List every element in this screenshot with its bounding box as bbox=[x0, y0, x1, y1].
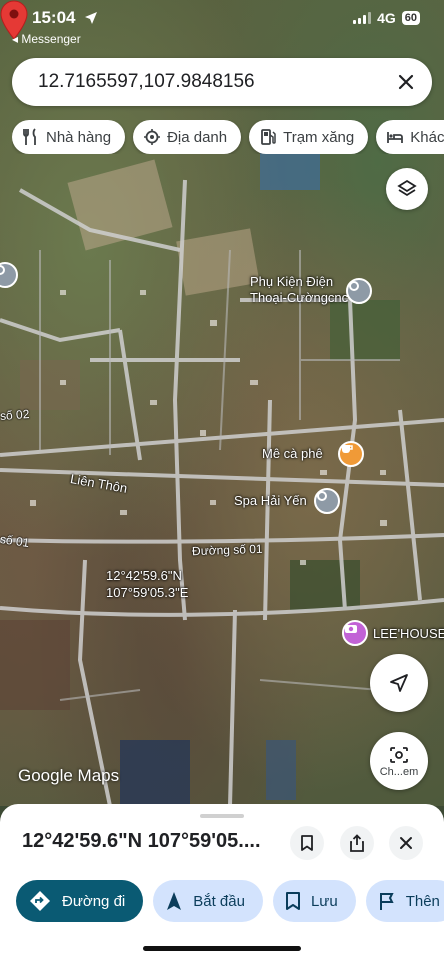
signal-icon bbox=[353, 12, 372, 24]
location-arrow-icon bbox=[85, 12, 97, 24]
start-button[interactable]: Bắt đầu bbox=[153, 880, 263, 922]
battery-icon: 60 bbox=[401, 11, 420, 25]
add-label-button[interactable]: Thên bbox=[365, 880, 444, 922]
chip-label: Nhà hàng bbox=[46, 128, 112, 146]
place-label-spa[interactable]: Spa Hải Yến bbox=[234, 493, 307, 509]
place-label-me-ca-phe[interactable]: Mê cà phê bbox=[262, 446, 323, 462]
status-time: 15:04 bbox=[32, 8, 76, 27]
network-type: 4G bbox=[377, 10, 396, 26]
restaurant-icon bbox=[23, 128, 36, 145]
chip-gas-stations[interactable]: Trạm xăng bbox=[249, 120, 369, 154]
place-pin-icon[interactable] bbox=[314, 488, 340, 514]
chip-landmarks[interactable]: Địa danh bbox=[133, 120, 242, 154]
landmark-icon bbox=[144, 129, 161, 145]
bottom-sheet[interactable]: 12°42'59.6"N 107°59'05.... Đường đi Bắt … bbox=[0, 804, 444, 960]
cafe-icon[interactable] bbox=[338, 441, 364, 467]
hotel-icon bbox=[387, 132, 404, 143]
road-label-duong-so-01: Đường số 01 bbox=[191, 541, 263, 559]
place-title: 12°42'59.6"N 107°59'05.... bbox=[22, 830, 261, 852]
drag-handle[interactable] bbox=[200, 814, 244, 818]
coffee-cup-icon bbox=[342, 445, 353, 453]
google-maps-logo: Google Maps bbox=[18, 766, 120, 785]
action-buttons: Đường đi Bắt đầu Lưu Thên bbox=[16, 880, 444, 922]
pin-coordinate-label: 12°42'59.6"N 107°59'05.3"E bbox=[106, 568, 188, 602]
status-bar: 15:04 ◂ Messenger 4G 60 bbox=[12, 8, 420, 46]
gas-station-icon bbox=[261, 129, 276, 145]
lens-button[interactable]: Ch...em bbox=[370, 732, 428, 790]
chip-label: Khách bbox=[410, 128, 444, 146]
place-label-leehouse[interactable]: LEE'HOUSE bbox=[373, 626, 444, 642]
start-label: Bắt đầu bbox=[193, 892, 245, 910]
lens-label: Ch...em bbox=[379, 765, 419, 778]
road-label-duong-so-02: số 02 bbox=[0, 406, 30, 424]
share-icon bbox=[350, 834, 364, 852]
bookmark-icon bbox=[301, 835, 313, 851]
add-label-label: Thên bbox=[405, 892, 440, 910]
camera-icon bbox=[345, 625, 357, 633]
directions-icon bbox=[30, 891, 50, 911]
place-pin-icon[interactable] bbox=[346, 278, 372, 304]
navigation-arrow-icon bbox=[390, 674, 408, 692]
close-icon bbox=[400, 837, 412, 849]
status-right: 4G 60 bbox=[353, 10, 420, 26]
my-location-button[interactable] bbox=[370, 654, 428, 712]
chip-hotels[interactable]: Khách bbox=[376, 120, 444, 154]
pin-dot-icon bbox=[349, 281, 359, 291]
search-bar[interactable]: 12.7165597,107.9848156 bbox=[12, 58, 432, 106]
category-chips: Nhà hàng Địa danh Trạm xăng Khách bbox=[12, 120, 444, 154]
bookmark-icon bbox=[285, 892, 300, 910]
place-label-phu-kien[interactable]: Phụ Kiện Điện Thoại-Cườngcnc bbox=[250, 274, 348, 305]
close-icon[interactable] bbox=[396, 72, 416, 92]
pin-lat: 12°42'59.6"N bbox=[106, 568, 182, 583]
directions-label: Đường đi bbox=[62, 892, 126, 910]
chip-label: Địa danh bbox=[167, 128, 228, 146]
chip-label: Trạm xăng bbox=[283, 128, 355, 146]
pin-lng: 107°59'05.3"E bbox=[106, 584, 189, 600]
home-indicator[interactable] bbox=[143, 946, 301, 951]
pin-dot-icon bbox=[0, 265, 5, 275]
close-sheet-button[interactable] bbox=[389, 826, 423, 860]
layers-icon bbox=[397, 179, 417, 197]
save-button[interactable]: Lưu bbox=[272, 880, 356, 922]
back-to-app-link[interactable]: ◂ Messenger bbox=[12, 32, 81, 46]
share-button[interactable] bbox=[340, 826, 374, 860]
layers-button[interactable] bbox=[386, 168, 428, 210]
directions-button[interactable]: Đường đi bbox=[16, 880, 144, 922]
search-input[interactable]: 12.7165597,107.9848156 bbox=[38, 71, 396, 93]
save-label: Lưu bbox=[310, 892, 338, 910]
navigation-start-icon bbox=[167, 892, 182, 910]
pin-dot-icon bbox=[317, 491, 327, 501]
camera-poi-icon[interactable] bbox=[342, 620, 368, 646]
lens-camera-icon bbox=[390, 746, 408, 763]
save-bookmark-button[interactable] bbox=[290, 826, 324, 860]
flag-icon bbox=[379, 893, 394, 910]
chip-restaurants[interactable]: Nhà hàng bbox=[12, 120, 126, 154]
